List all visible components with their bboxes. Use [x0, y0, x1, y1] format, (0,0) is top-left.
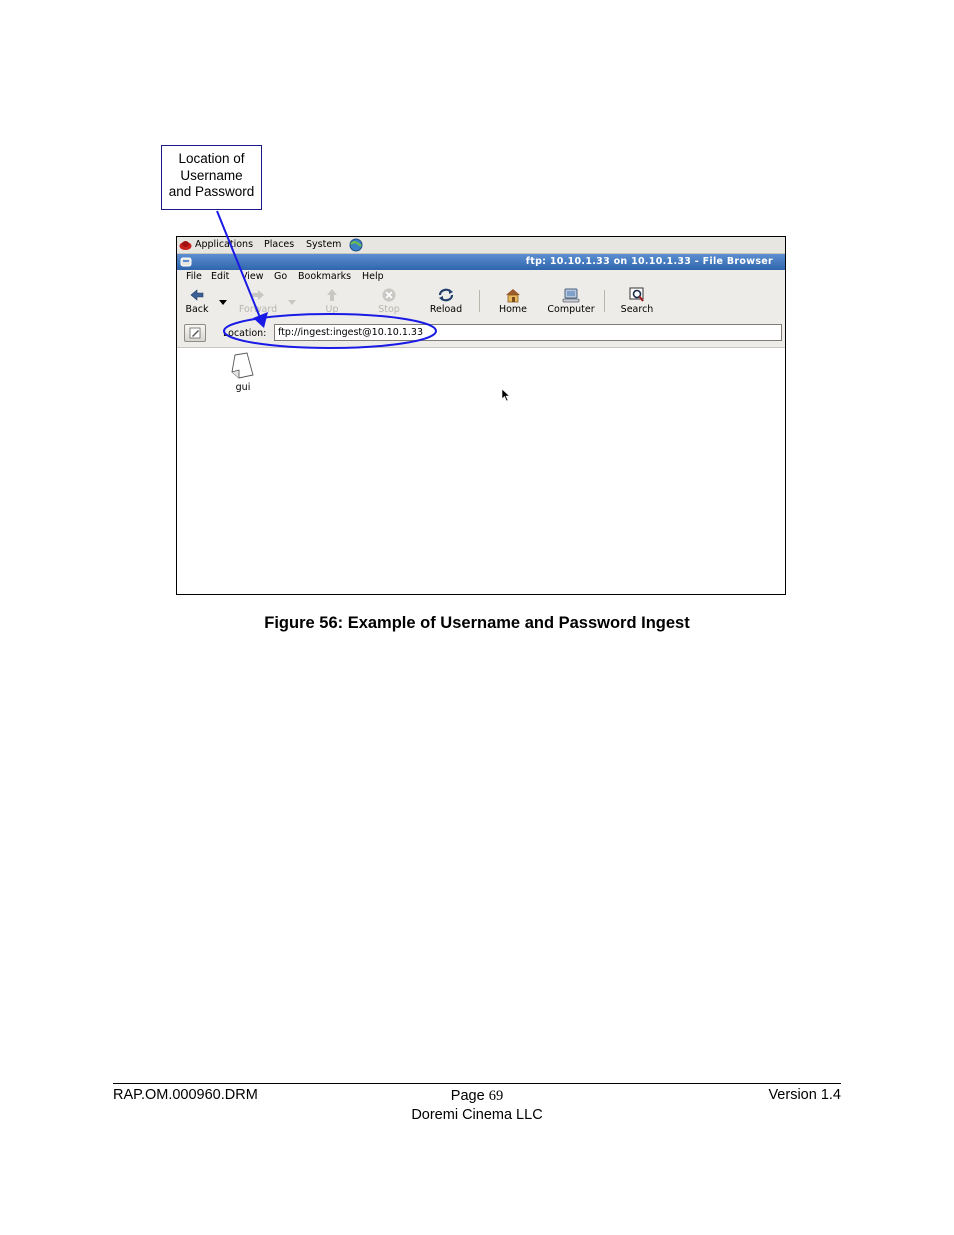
back-button[interactable]: Back [182, 287, 212, 315]
window-title: ftp: 10.10.1.33 on 10.10.1.33 - File Bro… [525, 256, 773, 267]
toolbar-separator [479, 290, 480, 312]
home-icon [506, 289, 520, 303]
search-icon [629, 287, 644, 302]
callout-box: Location of Username and Password [161, 145, 262, 210]
menu-file[interactable]: File [186, 271, 202, 282]
menu-go[interactable]: Go [274, 271, 287, 282]
window-menu-icon[interactable] [180, 256, 192, 268]
back-label: Back [185, 304, 209, 315]
redhat-icon [179, 241, 192, 250]
forward-history-chevron-icon[interactable] [288, 300, 296, 305]
file-view[interactable]: gui [177, 348, 785, 594]
reload-button[interactable]: Reload [427, 287, 465, 315]
pencil-icon [189, 327, 201, 339]
search-label: Search [620, 304, 654, 315]
file-item[interactable]: gui [227, 352, 259, 393]
figure-caption: Figure 56: Example of Username and Passw… [264, 614, 690, 632]
up-label: Up [325, 304, 339, 315]
home-button[interactable]: Home [496, 287, 530, 315]
back-arrow-icon [190, 289, 204, 301]
reload-label: Reload [429, 304, 463, 315]
location-label: Location: [223, 328, 267, 339]
stop-button[interactable]: Stop [374, 287, 404, 315]
callout-line-2: Username [180, 167, 243, 183]
menu-help[interactable]: Help [362, 271, 384, 282]
menu-edit[interactable]: Edit [211, 271, 229, 282]
home-label: Home [498, 304, 528, 315]
file-name: gui [235, 382, 251, 393]
file-browser-screenshot: Applications Places System ftp: 10.10.1.… [176, 236, 786, 595]
back-history-chevron-icon[interactable] [219, 300, 227, 305]
top-panel: Applications Places System [177, 237, 785, 254]
location-input[interactable]: ftp://ingest:ingest@10.10.1.33 [274, 324, 782, 341]
globe-icon[interactable] [349, 238, 363, 252]
menu-bar: File Edit View Go Bookmarks Help [177, 270, 785, 285]
up-arrow-icon [327, 289, 337, 301]
footer-page-number: 69 [488, 1088, 504, 1104]
search-button[interactable]: Search [619, 287, 655, 315]
toolbar: Back Forward Up Stop Reload Home Compute… [177, 285, 785, 318]
panel-places[interactable]: Places [264, 239, 294, 250]
menu-view[interactable]: View [241, 271, 264, 282]
location-edit-toggle[interactable] [184, 324, 206, 342]
forward-button[interactable]: Forward [237, 287, 279, 315]
computer-icon [562, 288, 580, 303]
forward-arrow-icon [252, 290, 264, 300]
computer-label: Computer [547, 304, 595, 315]
footer-page-label: Page [450, 1088, 485, 1104]
up-button[interactable]: Up [317, 287, 347, 315]
reload-icon [438, 288, 454, 302]
callout-line-3: and Password [168, 184, 255, 199]
footer-company: Doremi Cinema LLC [411, 1106, 543, 1123]
footer-version: Version 1.4 [768, 1087, 841, 1103]
computer-button[interactable]: Computer [545, 287, 597, 315]
stop-icon [382, 288, 396, 302]
document-file-icon [231, 352, 254, 379]
callout-line-1: Location of [178, 151, 245, 166]
location-bar: Location: ftp://ingest:ingest@10.10.1.33 [177, 318, 785, 348]
forward-label: Forward [238, 304, 278, 315]
window-titlebar: ftp: 10.10.1.33 on 10.10.1.33 - File Bro… [177, 254, 785, 270]
panel-system[interactable]: System [306, 239, 341, 250]
panel-applications[interactable]: Applications [195, 239, 253, 250]
stop-label: Stop [378, 304, 400, 315]
toolbar-separator-2 [604, 290, 605, 312]
mouse-pointer-icon [501, 388, 511, 402]
menu-bookmarks[interactable]: Bookmarks [298, 271, 351, 282]
footer-divider [113, 1083, 841, 1084]
